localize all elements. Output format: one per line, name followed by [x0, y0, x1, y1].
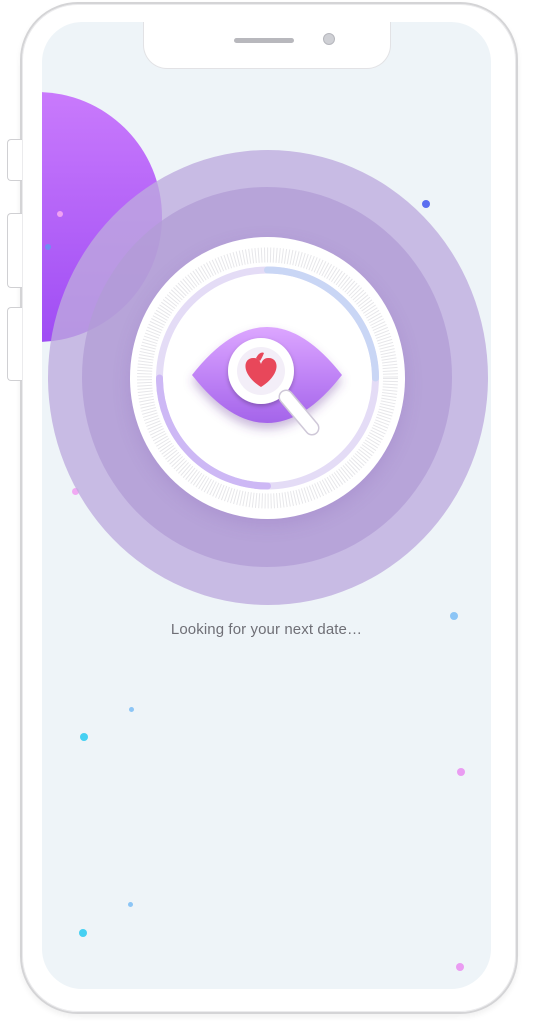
front-camera	[323, 33, 335, 45]
search-radar	[130, 237, 405, 519]
decor-dot	[45, 244, 51, 250]
app-screen: Looking for your next date…	[42, 22, 491, 989]
decor-dot	[422, 200, 430, 208]
decor-dot	[457, 768, 465, 776]
decor-dot	[456, 963, 464, 971]
decor-dot	[80, 733, 88, 741]
mute-switch	[7, 139, 22, 181]
speaker-grille	[234, 38, 294, 43]
decor-dot	[57, 211, 63, 217]
status-message: Looking for your next date…	[170, 621, 363, 638]
eye-heart-search-icon	[192, 327, 342, 436]
volume-up-button	[7, 213, 22, 288]
device-notch	[143, 22, 391, 69]
decor-dot	[79, 929, 87, 937]
decor-dot	[450, 612, 458, 620]
volume-down-button	[7, 307, 22, 381]
decor-dot	[129, 707, 134, 712]
radar-graphic	[137, 247, 398, 509]
decor-dot	[128, 902, 133, 907]
